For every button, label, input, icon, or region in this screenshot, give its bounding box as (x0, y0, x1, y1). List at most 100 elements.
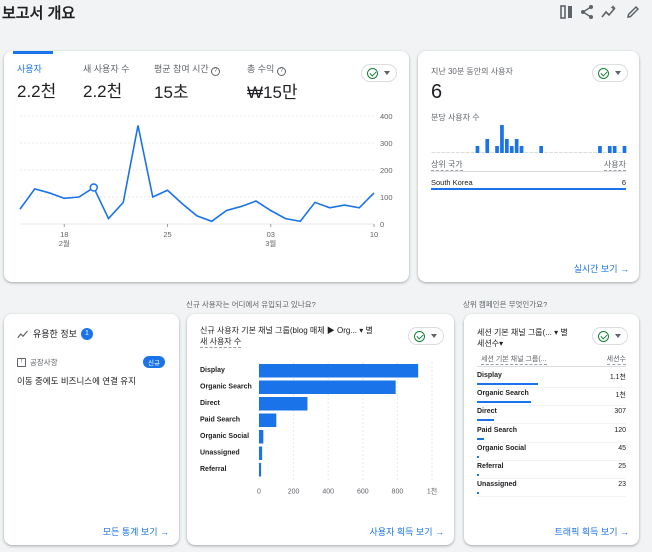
campaigns-card: 세션 기본 채널 그룹(... ▾ 별 세션수▾ 세션 기본 채널 그룹(...… (464, 314, 639, 545)
minute-bar (529, 152, 534, 153)
row-divider (477, 496, 626, 498)
row-divider (477, 423, 626, 425)
campaign-table: Display 1.1천 Organic Search 1천 Direct 307 Paid… (477, 372, 626, 499)
all-insights-link[interactable]: 모든 통계 보기 → (103, 525, 169, 538)
campaigns-title[interactable]: 세션 기본 채널 그룹(... ▾ 별 세션수▾ (477, 327, 568, 349)
chevron-down-icon (615, 334, 621, 338)
help-icon[interactable]: ? (211, 67, 221, 76)
acquisition-card: 신규 사용자 기본 채널 그룹(blog 매체 ▶ Org... ▾ 별 새 사… (187, 314, 454, 545)
sessions-col-header: 세션수 (606, 356, 626, 365)
users-line-chart: 400 300 200 100 0 182월 25 033월 10 (19, 112, 393, 248)
metric-users[interactable]: 사용자 2.2천 (17, 62, 56, 102)
metric-revenue[interactable]: 총 수익 ? ₩15만 (247, 62, 298, 103)
minute-bar (456, 152, 460, 153)
minute-bar (603, 152, 607, 153)
y-tick-label: 0 (380, 220, 384, 229)
status-check-dropdown[interactable] (361, 64, 397, 82)
channel-bar (259, 397, 308, 411)
row-bar (477, 437, 484, 440)
row-value: 45 (618, 444, 626, 452)
category-label: Unassigned (200, 450, 240, 457)
row-divider (477, 405, 626, 407)
acquisition-title[interactable]: 신규 사용자 기본 채널 그룹(blog 매체 ▶ Org... ▾ 별 새 사… (200, 325, 400, 348)
metric-label-text: 평균 참여 시간 (154, 64, 209, 74)
minute-bar (612, 146, 617, 153)
minute-bar (470, 152, 475, 153)
metric-label-text: 총 수익 (247, 64, 275, 74)
table-row[interactable]: Paid Search 120 (477, 427, 626, 445)
minute-bar (588, 152, 592, 153)
traffic-link[interactable]: 트래픽 획득 보기 → (555, 525, 629, 538)
country-bar (431, 188, 626, 190)
table-row[interactable]: Display 1.1천 (477, 372, 626, 390)
metric-value: ₩15만 (247, 83, 298, 102)
minute-bar (431, 152, 436, 153)
help-icon[interactable]: ? (276, 67, 286, 76)
x-tick-label: 25 (163, 230, 171, 239)
minute-bar (509, 146, 514, 153)
per-minute-bar-chart (431, 125, 627, 153)
row-value: 307 (614, 408, 626, 416)
metric-value: 2.2천 (17, 82, 57, 101)
share-icon[interactable] (579, 4, 595, 20)
minute-bar (519, 146, 524, 153)
notice-icon: ! (17, 358, 26, 367)
users-overview-card: 사용자 2.2천 새 사용자 수 2.2천 평균 참여 시간 ? 15초 총 수… (4, 51, 409, 282)
metric-engagement-time[interactable]: 평균 참여 시간 ? 15초 (154, 62, 221, 103)
minute-bar (451, 152, 455, 153)
table-row[interactable]: Unassigned 23 (477, 481, 626, 499)
row-name: Organic Search (477, 390, 529, 398)
users-header: 사용자 (603, 160, 626, 171)
status-check-dropdown[interactable] (408, 327, 444, 345)
row-bar (477, 401, 531, 404)
minute-bar (617, 152, 622, 153)
chevron-down-icon (431, 334, 437, 338)
x-tick-label: 200 (288, 489, 300, 496)
divider (477, 366, 626, 367)
compare-icon[interactable] (559, 4, 575, 20)
divider (431, 171, 626, 172)
metric-label: 새 사용자 수 (83, 64, 130, 74)
table-row[interactable]: Direct 307 (477, 408, 626, 426)
row-name: Referral (477, 462, 504, 470)
insight-text[interactable]: 이동 중에도 비즈니스에 연결 유지 (17, 375, 136, 387)
arrow-right-icon: → (160, 527, 169, 537)
x-tick-label: 1천 (427, 487, 437, 496)
realtime-link[interactable]: 실시간 보기 → (574, 262, 629, 275)
channel-bar-chart: 0 200 400 600 800 1천 Display Organic Search Dire… (200, 362, 437, 496)
acquisition-title-line2: 새 사용자 수 (200, 337, 242, 348)
minute-bar (460, 152, 465, 153)
acquisition-link[interactable]: 사용자 획득 보기 → (370, 525, 444, 538)
active-metric-indicator (13, 51, 53, 54)
link-text: 트래픽 획득 보기 (554, 527, 618, 537)
status-check-dropdown[interactable] (592, 64, 628, 82)
campaigns-caption: 상위 캠페인은 무엇인가요? (463, 300, 548, 309)
minute-bar (475, 146, 480, 153)
minute-bar (558, 152, 563, 153)
link-text: 사용자 획득 보기 (369, 527, 433, 537)
insights-icon[interactable] (601, 4, 617, 20)
category-label: Organic Social (200, 433, 249, 440)
edit-icon[interactable] (625, 4, 641, 20)
minute-bar (544, 152, 548, 153)
minute-bar (568, 152, 573, 153)
channel-bar (259, 380, 396, 394)
realtime-label: 지난 30분 동안의 사용자 (431, 67, 513, 76)
table-row[interactable]: Organic Social 45 (477, 445, 626, 463)
status-check-dropdown[interactable] (592, 327, 628, 345)
metric-new-users[interactable]: 새 사용자 수 2.2천 (83, 62, 129, 102)
category-label: Referral (200, 466, 227, 473)
metric-label: 사용자 (17, 64, 42, 74)
x-tick-label: 800 (392, 489, 404, 496)
minute-bar (554, 152, 558, 153)
arrow-right-icon: → (620, 264, 629, 274)
table-row[interactable]: Organic Search 1천 (477, 390, 626, 408)
table-row[interactable]: Referral 25 (477, 463, 626, 481)
minute-bar (534, 152, 539, 153)
x-tick-sublabel: 3월 (265, 238, 276, 248)
campaigns-title-line1: 세션 기본 채널 그룹(... ▾ 별 (477, 328, 568, 337)
minute-bar (549, 152, 553, 153)
insights-header: 유용한 정보 1 (17, 327, 93, 340)
y-tick-label: 400 (380, 112, 393, 121)
category-label: Organic Search (200, 384, 252, 391)
